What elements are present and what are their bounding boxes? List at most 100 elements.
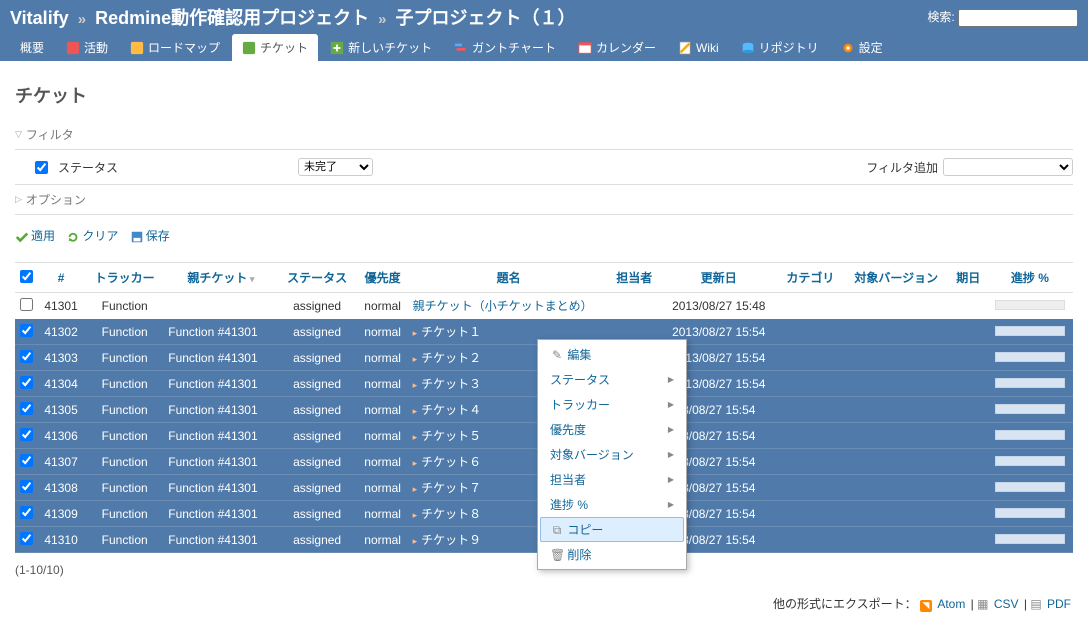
cell-id[interactable]: 41308	[37, 475, 85, 501]
cell-parent[interactable]: Function #41301	[164, 527, 277, 553]
table-row[interactable]: 41301Functionassignednormal親チケット（小チケットまと…	[15, 293, 1073, 319]
copy-icon: ⧉	[550, 523, 564, 538]
tab-new-issue[interactable]: 新しいチケット	[320, 34, 442, 61]
tab-wiki[interactable]: Wiki	[668, 34, 729, 61]
filter-status-select[interactable]: 未完了	[298, 158, 373, 176]
tab-activity[interactable]: 活動	[56, 34, 118, 61]
cell-id[interactable]: 41304	[37, 371, 85, 397]
col-status[interactable]: ステータス	[278, 263, 357, 293]
export-atom[interactable]: Atom	[937, 597, 965, 611]
col-assignee[interactable]: 担当者	[609, 263, 660, 293]
export-pdf[interactable]: PDF	[1047, 597, 1071, 611]
cell-parent[interactable]: Function #41301	[164, 319, 277, 345]
cell-due	[950, 293, 987, 319]
cell-category	[778, 449, 843, 475]
col-due[interactable]: 期日	[950, 263, 987, 293]
col-category[interactable]: カテゴリ	[778, 263, 843, 293]
col-id[interactable]: #	[37, 263, 85, 293]
tab-overview[interactable]: 概要	[10, 34, 54, 61]
cell-parent[interactable]: Function #41301	[164, 397, 277, 423]
menu-priority[interactable]: 優先度	[540, 417, 684, 442]
menu-copy[interactable]: ⧉ コピー	[540, 517, 684, 542]
menu-delete[interactable]: 🗑 削除	[540, 542, 684, 567]
cell-parent[interactable]: Function #41301	[164, 371, 277, 397]
col-updated[interactable]: 更新日	[660, 263, 778, 293]
main-tabs: 概要 活動 ロードマップ チケット 新しいチケット ガントチャート カレンダー …	[0, 34, 1088, 62]
col-subject[interactable]: 題名	[409, 263, 609, 293]
expand-icon: ▷	[15, 194, 22, 205]
filter-add-select[interactable]	[943, 158, 1073, 176]
cell-parent[interactable]: Function #41301	[164, 475, 277, 501]
tab-calendar[interactable]: カレンダー	[568, 34, 666, 61]
cell-priority: normal	[357, 345, 409, 371]
cell-due	[950, 319, 987, 345]
row-checkbox[interactable]	[20, 402, 33, 415]
menu-assignee[interactable]: 担当者	[540, 467, 684, 492]
breadcrumb-parent[interactable]: Redmine動作確認用プロジェクト	[95, 8, 369, 28]
cell-parent[interactable]: Function #41301	[164, 345, 277, 371]
apply-button[interactable]: 適用	[15, 229, 55, 243]
cell-id[interactable]: 41306	[37, 423, 85, 449]
cell-version	[843, 319, 950, 345]
cell-id[interactable]: 41305	[37, 397, 85, 423]
menu-status[interactable]: ステータス	[540, 367, 684, 392]
cell-id[interactable]: 41307	[37, 449, 85, 475]
cell-priority: normal	[357, 397, 409, 423]
tab-gantt[interactable]: ガントチャート	[444, 34, 566, 61]
cell-progress	[987, 319, 1073, 345]
tab-settings[interactable]: 設定	[831, 34, 893, 61]
options-legend[interactable]: ▷ オプション	[15, 187, 1073, 212]
col-priority[interactable]: 優先度	[357, 263, 409, 293]
cell-id[interactable]: 41303	[37, 345, 85, 371]
select-all-checkbox[interactable]	[20, 270, 33, 283]
breadcrumb-root[interactable]: Vitalify	[10, 8, 69, 28]
row-checkbox[interactable]	[20, 428, 33, 441]
col-version[interactable]: 対象バージョン	[843, 263, 950, 293]
cell-due	[950, 527, 987, 553]
cell-id[interactable]: 41302	[37, 319, 85, 345]
cell-parent[interactable]: Function #41301	[164, 501, 277, 527]
tab-roadmap[interactable]: ロードマップ	[120, 34, 230, 61]
cell-id[interactable]: 41310	[37, 527, 85, 553]
cell-status: assigned	[278, 319, 357, 345]
tab-issues[interactable]: チケット	[232, 34, 318, 61]
filter-status-checkbox[interactable]	[35, 161, 48, 174]
cell-subject[interactable]: 親チケット（小チケットまとめ）	[409, 293, 609, 319]
export-label: 他の形式にエクスポート：	[773, 597, 917, 611]
save-icon	[130, 230, 144, 244]
tab-repository[interactable]: リポジトリ	[731, 34, 829, 61]
col-tracker[interactable]: トラッカー	[85, 263, 164, 293]
filter-legend[interactable]: ▽ フィルタ	[15, 122, 1073, 147]
feed-icon: ◥	[920, 600, 932, 612]
row-checkbox[interactable]	[20, 376, 33, 389]
col-done[interactable]: 進捗 %	[987, 263, 1073, 293]
cell-id[interactable]: 41301	[37, 293, 85, 319]
row-checkbox[interactable]	[20, 480, 33, 493]
row-checkbox[interactable]	[20, 324, 33, 337]
row-checkbox[interactable]	[20, 506, 33, 519]
cell-assignee	[609, 293, 660, 319]
menu-tracker[interactable]: トラッカー	[540, 392, 684, 417]
clear-button[interactable]: クリア	[66, 229, 118, 243]
row-checkbox[interactable]	[20, 532, 33, 545]
gear-icon	[841, 41, 855, 55]
context-menu[interactable]: ✎ 編集 ステータス トラッカー 優先度 対象バージョン 担当者 進捗 % ⧉ …	[537, 339, 687, 570]
col-parent[interactable]: 親チケット	[164, 263, 277, 293]
cell-parent[interactable]: Function #41301	[164, 449, 277, 475]
row-checkbox[interactable]	[20, 350, 33, 363]
cell-category	[778, 293, 843, 319]
cell-parent[interactable]: Function #41301	[164, 423, 277, 449]
export-csv[interactable]: CSV	[994, 597, 1019, 611]
menu-version[interactable]: 対象バージョン	[540, 442, 684, 467]
cell-id[interactable]: 41309	[37, 501, 85, 527]
cell-parent[interactable]	[164, 293, 277, 319]
menu-done[interactable]: 進捗 %	[540, 492, 684, 517]
save-button[interactable]: 保存	[130, 229, 170, 243]
cell-category	[778, 423, 843, 449]
row-checkbox[interactable]	[20, 298, 33, 311]
menu-edit[interactable]: ✎ 編集	[540, 342, 684, 367]
search-input[interactable]	[958, 9, 1078, 27]
cell-tracker: Function	[85, 527, 164, 553]
row-checkbox[interactable]	[20, 454, 33, 467]
cell-version	[843, 293, 950, 319]
